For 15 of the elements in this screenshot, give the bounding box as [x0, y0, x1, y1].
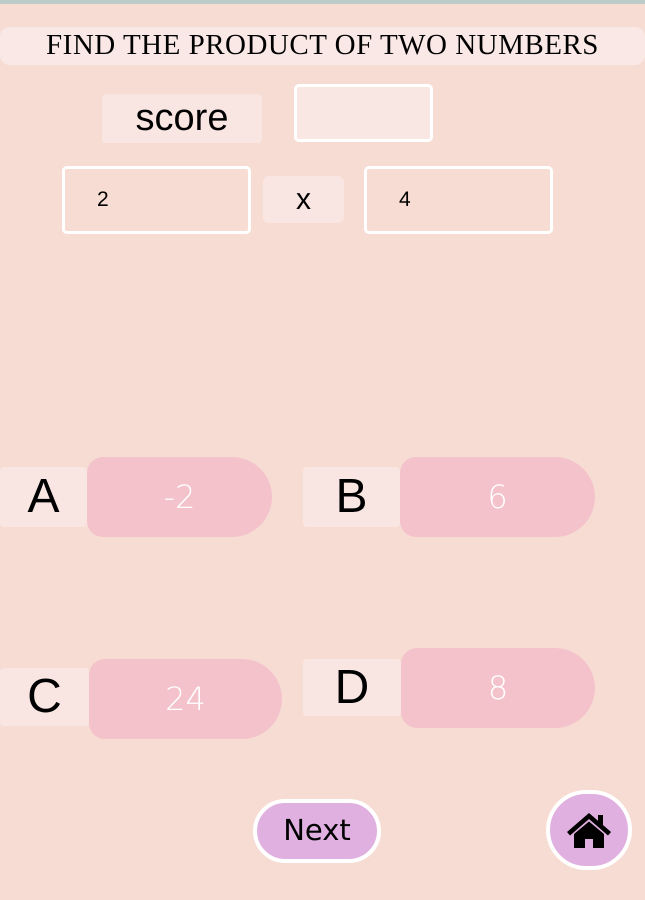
- answer-button[interactable]: 6: [400, 457, 595, 537]
- answer-button[interactable]: -2: [87, 457, 272, 537]
- number-field: 4: [364, 166, 553, 234]
- next-button[interactable]: Next: [253, 799, 381, 863]
- option-letter: C: [0, 668, 89, 726]
- answer-button[interactable]: 8: [401, 648, 595, 728]
- option-letter: A: [0, 467, 87, 527]
- title-banner: FIND THE PRODUCT OF TWO NUMBERS: [0, 27, 645, 65]
- option-letter: B: [303, 467, 400, 527]
- number-field: 2: [62, 166, 251, 234]
- home-icon: [566, 811, 612, 849]
- answer-button[interactable]: 24: [89, 659, 282, 739]
- operator-label: x: [263, 176, 344, 223]
- score-label: score: [102, 94, 262, 143]
- option-letter: D: [303, 659, 401, 716]
